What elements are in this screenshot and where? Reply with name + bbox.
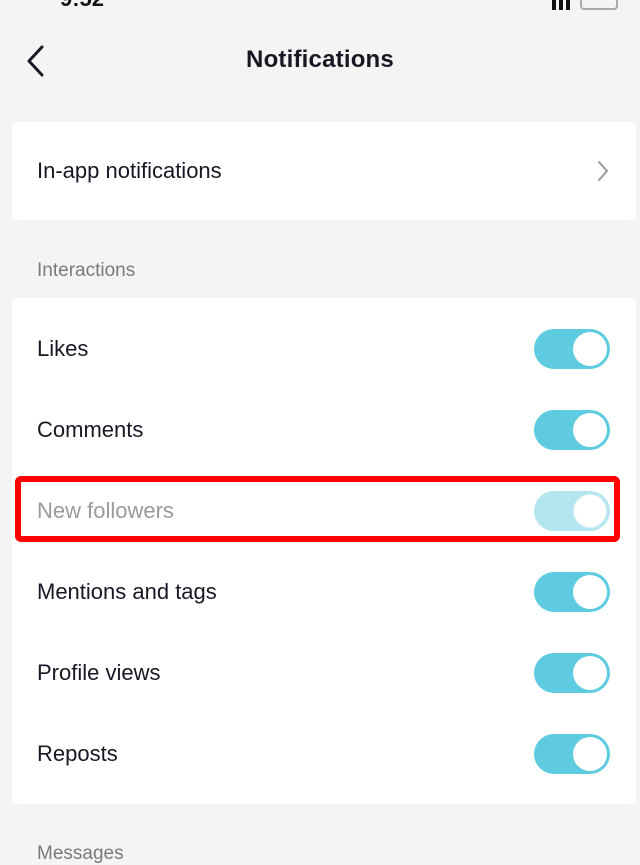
chevron-right-icon — [598, 161, 608, 181]
setting-label: New followers — [37, 497, 174, 523]
setting-row-reposts: Reposts — [12, 713, 636, 794]
new-followers-toggle[interactable] — [534, 490, 610, 531]
page-title: Notifications — [246, 46, 394, 73]
toggle-knob — [573, 412, 607, 447]
in-app-notifications-row[interactable]: In-app notifications — [12, 122, 636, 220]
setting-row-comments: Comments — [12, 389, 636, 470]
setting-row-mentions-and-tags: Mentions and tags — [12, 551, 636, 632]
signal-icon — [552, 0, 570, 10]
profile-views-toggle[interactable] — [534, 652, 610, 693]
toggle-knob — [573, 736, 607, 771]
in-app-card: In-app notifications — [12, 122, 636, 220]
section-title-messages: Messages — [37, 843, 124, 864]
setting-row-new-followers: New followers — [12, 470, 636, 551]
setting-label: Profile views — [37, 659, 161, 685]
battery-icon — [580, 0, 618, 10]
toggle-knob — [573, 493, 607, 528]
interactions-card: Likes Comments New followers Mentions an… — [12, 298, 636, 804]
setting-label: Comments — [37, 416, 144, 442]
setting-row-profile-views: Profile views — [12, 632, 636, 713]
toggle-knob — [573, 655, 607, 690]
toggle-knob — [573, 574, 607, 609]
setting-row-likes: Likes — [12, 308, 636, 389]
setting-label: Likes — [37, 335, 89, 361]
status-icons — [552, 0, 618, 10]
nav-header: Notifications — [0, 30, 640, 92]
reposts-toggle[interactable] — [534, 733, 610, 774]
section-title-interactions: Interactions — [37, 260, 136, 281]
status-bar: 9:52 — [0, 0, 640, 12]
in-app-notifications-label: In-app notifications — [37, 158, 222, 183]
comments-toggle[interactable] — [534, 409, 610, 450]
mentions-and-tags-toggle[interactable] — [534, 571, 610, 612]
toggle-knob — [573, 331, 607, 366]
likes-toggle[interactable] — [534, 328, 610, 369]
setting-label: Reposts — [37, 740, 118, 766]
setting-label: Mentions and tags — [37, 578, 217, 604]
status-time: 9:52 — [60, 0, 104, 12]
